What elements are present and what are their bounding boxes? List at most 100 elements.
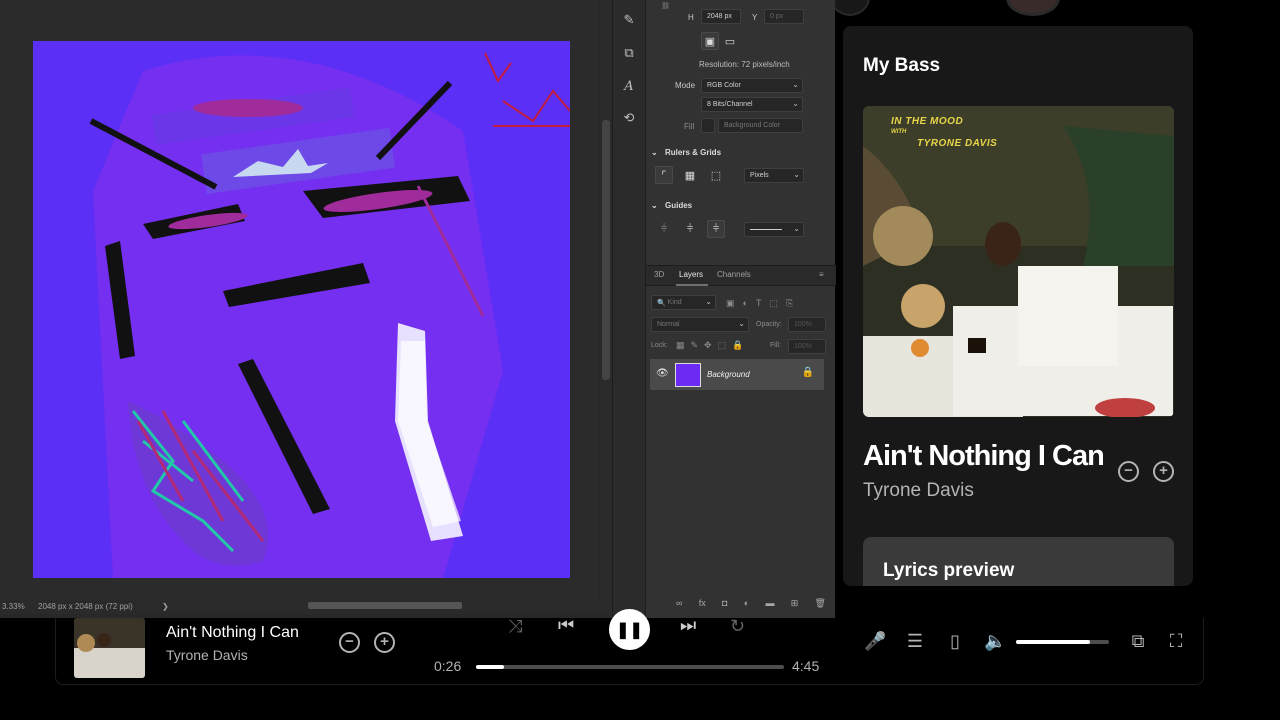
resolution-text: Resolution: 72 pixels/inch	[699, 60, 790, 69]
canvas-area[interactable]	[0, 0, 598, 598]
volume-icon[interactable]: 🔈	[984, 631, 1006, 652]
duration: 4:45	[792, 658, 820, 674]
layer-name[interactable]: Background	[707, 370, 750, 379]
grid-icon[interactable]: ▦	[681, 166, 699, 184]
volume-slider[interactable]	[1016, 640, 1109, 644]
fill-label: Fill	[684, 122, 695, 131]
status-arrow-icon[interactable]: ❯	[162, 602, 169, 611]
fill-opacity-label: Fill:	[770, 342, 781, 349]
layer-kind-filter[interactable]: 🔍 Kind ⌄	[651, 295, 716, 310]
player-artist[interactable]: Tyrone Davis	[166, 647, 248, 663]
lock-label: Lock:	[651, 342, 668, 349]
layers-tab-bar: 3D Layers Channels ≡	[646, 265, 836, 286]
canvas-vertical-scrollbar[interactable]	[600, 0, 612, 598]
rulers-icon[interactable]: ⌜	[655, 166, 673, 184]
layers-bottom-toolbar: ∞ fx ◘ ◐ ▬ ⊞ 🗑	[676, 598, 826, 612]
guides-add-icon[interactable]: ⫩	[707, 220, 725, 238]
new-layer-icon[interactable]: ⊞	[791, 598, 799, 612]
guides-grid-icon[interactable]: ⫩	[681, 220, 699, 238]
guide-style-select[interactable]: ⌄	[744, 222, 804, 237]
song-title[interactable]: Ain't Nothing I Can	[863, 440, 1103, 473]
miniplayer-icon[interactable]: ⧉	[1127, 631, 1149, 652]
fx-icon[interactable]: fx	[699, 598, 706, 612]
mode-select[interactable]: RGB Color ⌄	[701, 78, 803, 93]
next-icon[interactable]: ⏭	[680, 615, 696, 636]
bit-depth-select[interactable]: 8 Bits/Channel ⌄	[701, 97, 803, 112]
top-edge-element	[830, 0, 870, 16]
layer-row[interactable]: 👁 Background 🔒	[650, 359, 824, 390]
character-icon[interactable]: A	[619, 76, 639, 96]
remove-button[interactable]: −	[1118, 461, 1139, 482]
microphone-icon[interactable]: 🎤	[864, 631, 886, 652]
panel-tool-strip: ✎ ⧉ A ⟲	[612, 0, 645, 618]
portrait-orientation-icon[interactable]: ▣	[701, 32, 719, 50]
playlist-title[interactable]: My Bass	[863, 55, 940, 77]
now-playing-panel: My Bass IN THE MOOD WITH TYRONE DAVIS Ai…	[843, 26, 1193, 586]
fill-select[interactable]: Background Color	[718, 118, 803, 133]
previous-icon[interactable]: ⏮	[558, 615, 574, 636]
pixel-grid-icon[interactable]: ⬚	[707, 166, 725, 184]
add-to-library-button[interactable]: +	[1153, 461, 1174, 482]
layer-thumbnail	[675, 363, 701, 387]
height-input[interactable]: 2048 px	[701, 9, 741, 24]
mask-icon[interactable]: ◘	[722, 598, 727, 612]
shuffle-icon[interactable]: ⤨	[508, 616, 522, 637]
player-remove-button[interactable]: −	[339, 632, 360, 653]
status-bar: 3.33% 2048 px x 2048 px (72 ppi) ❯	[0, 598, 612, 614]
landscape-orientation-icon[interactable]: ▭	[721, 32, 739, 50]
rulers-grids-header[interactable]: Rulers & Grids	[665, 148, 721, 157]
tab-channels[interactable]: Channels	[717, 270, 751, 279]
panel-menu-icon[interactable]: ≡	[819, 270, 824, 279]
zoom-level[interactable]: 3.33%	[0, 602, 38, 611]
document-info[interactable]: 2048 px x 2048 px (72 ppi)	[38, 602, 158, 611]
screen: 3.33% 2048 px x 2048 px (72 ppi) ❯ ✎ ⧉ A…	[0, 0, 1280, 720]
clone-source-icon[interactable]: ⧉	[619, 43, 639, 63]
link-layers-icon[interactable]: ∞	[676, 598, 682, 612]
queue-icon[interactable]: ☰	[904, 631, 926, 652]
guides-horizontal-icon[interactable]: ⫩	[655, 220, 673, 238]
album-cover[interactable]: IN THE MOOD WITH TYRONE DAVIS	[863, 106, 1174, 417]
opacity-label: Opacity:	[756, 321, 782, 328]
trash-icon[interactable]: 🗑	[815, 598, 826, 612]
height-label: H	[688, 13, 694, 22]
fullscreen-icon[interactable]: ⛶	[1165, 631, 1187, 652]
artwork-canvas[interactable]	[33, 41, 570, 578]
rulers-grids-chevron-icon[interactable]: ⌄	[651, 148, 658, 157]
player-add-button[interactable]: +	[374, 632, 395, 653]
fill-opacity-input[interactable]: 100%	[788, 339, 826, 354]
guides-chevron-icon[interactable]: ⌄	[651, 201, 658, 210]
artist-name[interactable]: Tyrone Davis	[863, 480, 974, 502]
guides-header[interactable]: Guides	[665, 201, 692, 210]
lyrics-preview-card[interactable]: Lyrics preview	[863, 537, 1174, 586]
repeat-icon[interactable]: ↻	[730, 616, 745, 637]
adjustment-icon[interactable]: ◐	[744, 598, 749, 612]
cover-text-line2: WITH	[891, 129, 907, 135]
tab-3d[interactable]: 3D	[654, 270, 664, 279]
opacity-input[interactable]: 100%	[788, 317, 826, 332]
fill-swatch[interactable]	[701, 118, 715, 133]
progress-bar[interactable]	[476, 665, 784, 669]
player-album-thumb[interactable]	[74, 618, 145, 678]
photoshop-window: 3.33% 2048 px x 2048 px (72 ppi) ❯ ✎ ⧉ A…	[0, 0, 836, 618]
canvas-horizontal-scrollbar[interactable]	[308, 602, 462, 609]
right-panels: ⛓ H 2048 px Y 0 px ▣ ▭ Resolution: 72 pi…	[645, 0, 836, 618]
folder-icon[interactable]: ▬	[765, 598, 774, 612]
lock-icon[interactable]: 🔒	[802, 367, 814, 378]
blend-mode-select[interactable]: Normal ⌄	[651, 317, 749, 332]
elapsed-time: 0:26	[434, 658, 462, 674]
ruler-units-select[interactable]: Pixels ⌄	[744, 168, 804, 183]
cover-text-line3: TYRONE DAVIS	[917, 138, 998, 149]
y-input[interactable]: 0 px	[764, 9, 804, 24]
link-icon[interactable]: ⛓	[661, 2, 670, 10]
player-song-title[interactable]: Ain't Nothing I Can	[166, 624, 316, 642]
brush-settings-icon[interactable]: ✎	[619, 10, 639, 30]
pause-button[interactable]: ❚❚	[609, 609, 650, 650]
player-bar: Ain't Nothing I Can Tyrone Davis − + ⤨ ⏮…	[55, 609, 1204, 685]
history-icon[interactable]: ⟲	[619, 108, 639, 128]
tab-layers[interactable]: Layers	[679, 270, 703, 279]
connect-device-icon[interactable]: ▯	[944, 631, 966, 652]
eye-icon[interactable]: 👁	[656, 368, 669, 379]
user-avatar[interactable]	[1006, 0, 1060, 16]
lock-options-icons[interactable]: ▦✎✥⬚🔒	[676, 340, 749, 351]
layer-filter-icons[interactable]: ▣◐T⬚⎘	[726, 298, 801, 309]
